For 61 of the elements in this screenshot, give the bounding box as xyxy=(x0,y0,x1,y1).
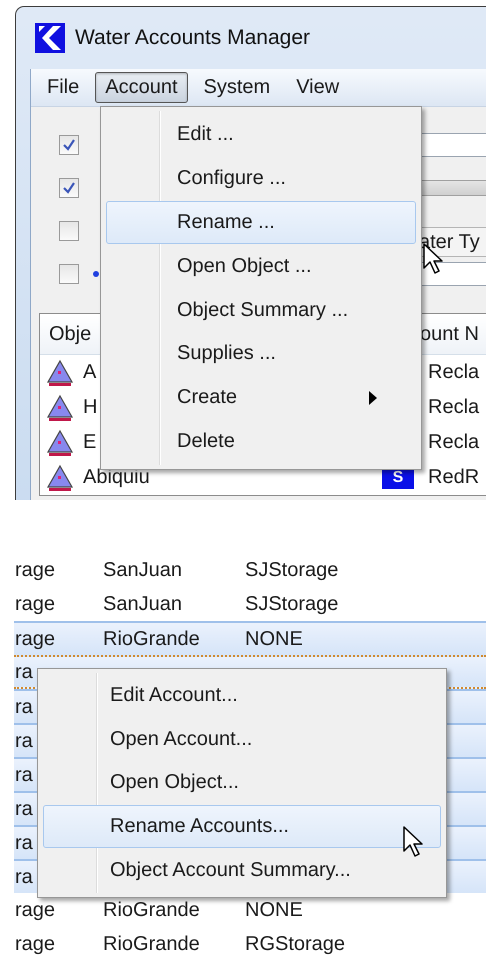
table-cell: NONE xyxy=(245,628,303,650)
object-name: A xyxy=(83,361,96,384)
selected-row[interactable]: rage RioGrande NONE xyxy=(14,621,486,655)
checkbox[interactable] xyxy=(59,264,79,284)
menu-item[interactable]: Open Object... xyxy=(43,761,441,805)
table-cell-text: rage xyxy=(14,558,56,582)
table-cell-text: SanJuan xyxy=(103,558,183,582)
menu-item[interactable]: Configure ... xyxy=(106,156,416,201)
table-cell: SJStorage xyxy=(245,558,338,582)
menu-item[interactable]: Rename ... xyxy=(106,200,416,244)
menu-item[interactable]: Edit Account... xyxy=(43,674,441,718)
menu-item[interactable]: Object Summary ... xyxy=(106,288,416,332)
account-name: RedR xyxy=(428,466,480,489)
table-cell-text: ra xyxy=(14,660,34,684)
table-cell-text: ra xyxy=(14,798,34,820)
triangle-icon xyxy=(45,462,75,492)
object-name: Abiquiu xyxy=(83,466,150,489)
table-cell-text: ra xyxy=(14,832,34,854)
checkbox[interactable] xyxy=(59,220,79,240)
account-name: Recla xyxy=(428,431,480,454)
window-title: Water Accounts Manager xyxy=(75,26,310,50)
menu-item[interactable]: Open Object ... xyxy=(106,244,416,288)
table-cell: SJStorage xyxy=(245,592,338,616)
account-name: Recla xyxy=(428,396,480,419)
account-name: Recla xyxy=(428,361,480,384)
menu-item[interactable]: Edit ... xyxy=(106,113,416,157)
checkbox[interactable] xyxy=(59,178,79,198)
checkbox[interactable] xyxy=(59,134,79,154)
table-cell-text: SanJuan xyxy=(103,592,183,616)
table-cell-text: ra xyxy=(14,730,34,752)
menu-item[interactable]: Supplies ... xyxy=(106,332,416,376)
submenu-item[interactable]: Create xyxy=(106,376,416,420)
table-cell-text: RioGrande xyxy=(103,628,201,650)
table-cell-text: RioGrande xyxy=(103,898,201,922)
table-cell-text: ra xyxy=(14,764,34,786)
menu-item[interactable]: Object Account Summary... xyxy=(43,848,441,892)
triangle-icon xyxy=(45,428,75,458)
menu-bar-item[interactable]: Account xyxy=(95,72,188,103)
app-logo-icon xyxy=(35,23,65,53)
table-cell: RGStorage xyxy=(245,932,346,955)
dot-icon xyxy=(93,270,99,276)
cursor-icon xyxy=(403,826,425,858)
object-name: H xyxy=(83,396,98,419)
object-name: E xyxy=(83,431,96,454)
table-cell: NONE xyxy=(245,898,303,922)
menu-bar-item[interactable]: File xyxy=(37,72,90,103)
menu-bar-item[interactable]: View xyxy=(286,72,350,103)
table-cell-text: rage xyxy=(14,628,56,650)
triangle-icon xyxy=(45,392,75,422)
menu-item[interactable]: Rename Accounts... xyxy=(43,804,441,848)
menu-item[interactable]: Delete xyxy=(106,420,416,464)
table-cell-text: ra xyxy=(14,696,34,718)
table-cell-text: ra xyxy=(14,866,34,888)
table-cell-text: rage xyxy=(14,592,56,616)
submenu-arrow-icon xyxy=(369,390,377,405)
menu-bar-item[interactable]: System xyxy=(194,72,280,103)
table-cell-text: rage xyxy=(14,898,56,922)
table-cell-text: RioGrande xyxy=(103,932,201,955)
menu-item[interactable]: Open Account... xyxy=(43,718,441,762)
triangle-icon xyxy=(45,358,75,388)
table-cell-text: rage xyxy=(14,932,56,955)
